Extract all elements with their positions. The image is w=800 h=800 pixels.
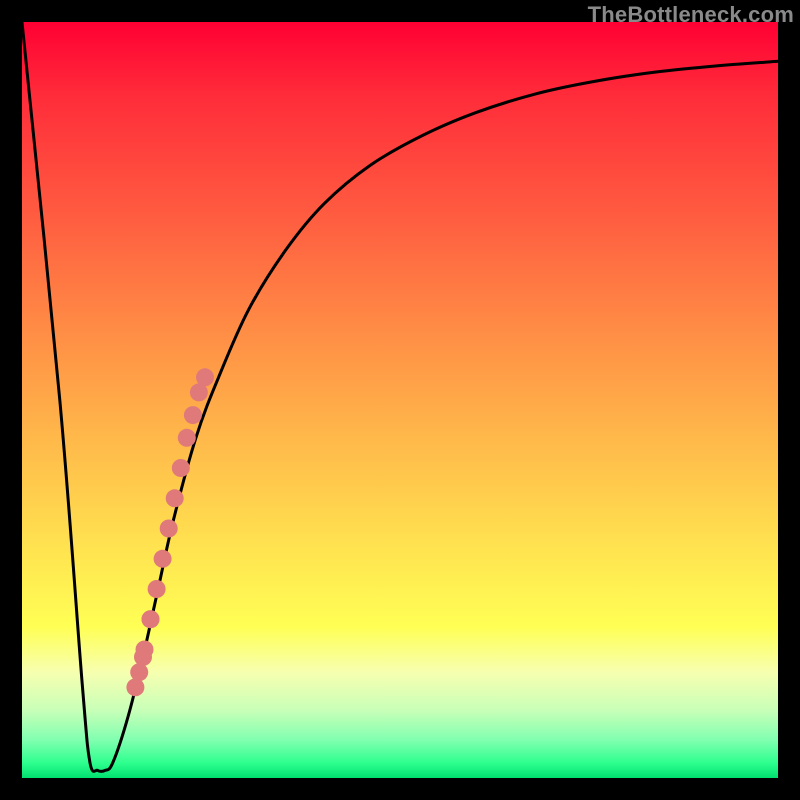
marker-dot — [148, 580, 166, 598]
marker-dot — [134, 648, 152, 666]
marker-dot — [142, 610, 160, 628]
marker-dot — [126, 678, 144, 696]
marker-dot — [154, 550, 172, 568]
plot-svg — [22, 22, 778, 778]
highlighted-points — [126, 368, 214, 696]
marker-dot — [172, 459, 190, 477]
marker-dot — [130, 663, 148, 681]
chart-frame: TheBottleneck.com — [0, 0, 800, 800]
marker-dot — [178, 429, 196, 447]
marker-dot — [166, 489, 184, 507]
marker-dot — [184, 406, 202, 424]
marker-dot — [196, 368, 214, 386]
marker-dot — [160, 520, 178, 538]
